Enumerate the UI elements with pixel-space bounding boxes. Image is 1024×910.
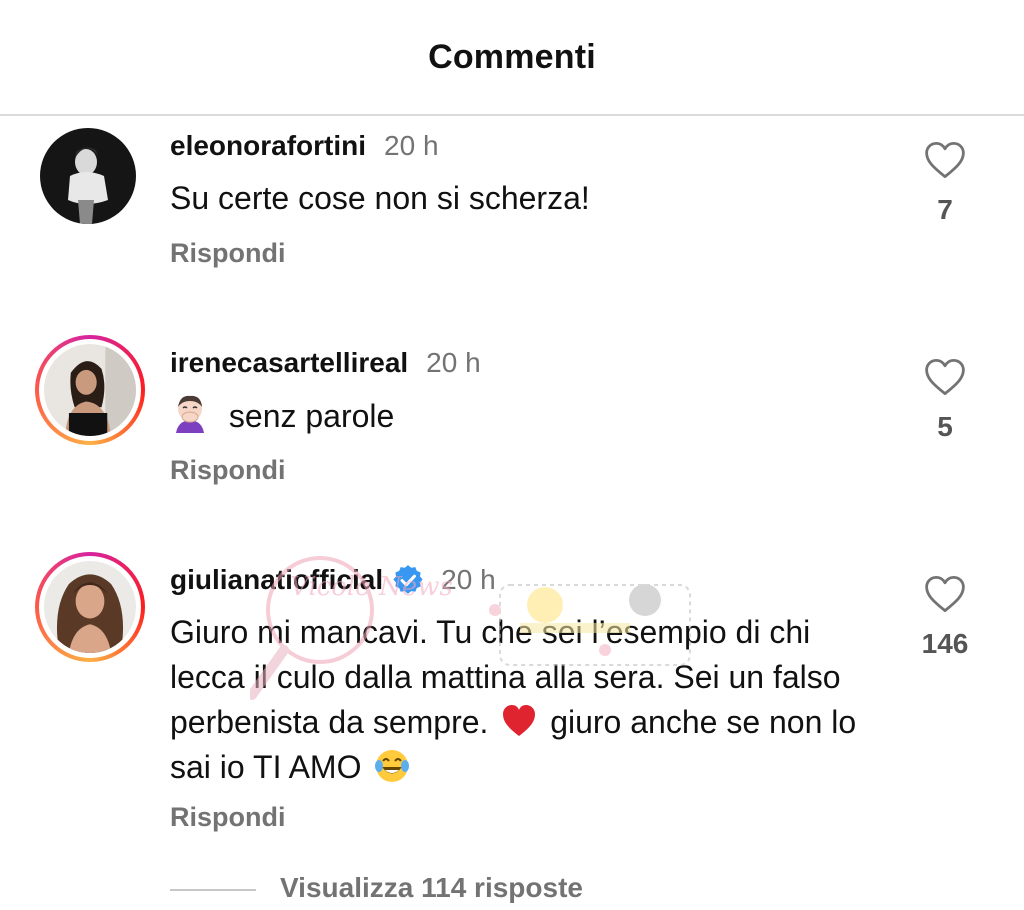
username[interactable]: giulianatiofficial bbox=[170, 564, 383, 595]
face-with-hand-over-mouth-emoji-icon bbox=[170, 393, 210, 433]
reply-button[interactable]: Rispondi bbox=[170, 455, 286, 486]
avatar-photo-icon bbox=[44, 561, 136, 653]
like-button[interactable]: 146 bbox=[905, 574, 985, 660]
reply-button[interactable]: Rispondi bbox=[170, 238, 286, 269]
face-with-tears-of-joy-emoji-icon bbox=[374, 748, 410, 784]
timestamp: 20 h bbox=[384, 130, 439, 161]
view-replies-label: Visualizza 114 risposte bbox=[280, 872, 583, 903]
comment-meta: eleonorafortini 20 h bbox=[170, 130, 439, 162]
heart-icon bbox=[925, 141, 965, 179]
header: Commenti bbox=[0, 0, 1024, 116]
story-ring bbox=[35, 552, 145, 662]
divider-line bbox=[170, 889, 256, 891]
like-count: 146 bbox=[921, 628, 969, 659]
red-heart-emoji-icon bbox=[501, 703, 537, 739]
timestamp: 20 h bbox=[441, 564, 496, 595]
comment-text-body: Giuro mi mancavi. Tu che sei l’esempio d… bbox=[170, 610, 890, 790]
comment-text: senz parole bbox=[228, 398, 395, 434]
avatar[interactable] bbox=[35, 335, 145, 445]
page-title: Commenti bbox=[428, 38, 596, 76]
like-count: 7 bbox=[937, 194, 953, 225]
avatar[interactable] bbox=[40, 128, 136, 224]
avatar-photo-icon bbox=[44, 344, 136, 436]
avatar-photo-icon bbox=[40, 128, 136, 224]
comments-screen: Commenti eleonorafortini 20 h Su certe co… bbox=[0, 0, 1024, 910]
comment-meta: giulianatiofficial 20 h bbox=[170, 564, 496, 596]
username[interactable]: irenecasartellireal bbox=[170, 347, 408, 378]
heart-icon bbox=[925, 575, 965, 613]
comment-text: Su certe cose non si scherza! bbox=[170, 180, 590, 216]
username[interactable]: eleonorafortini bbox=[170, 130, 366, 161]
like-button[interactable]: 7 bbox=[905, 140, 985, 226]
comment-text-row: senz parole bbox=[170, 393, 870, 439]
heart-icon bbox=[925, 358, 965, 396]
like-button[interactable]: 5 bbox=[905, 357, 985, 443]
story-ring bbox=[35, 335, 145, 445]
avatar[interactable] bbox=[35, 552, 145, 662]
like-count: 5 bbox=[937, 411, 953, 442]
reply-button[interactable]: Rispondi bbox=[170, 802, 286, 833]
comment-meta: irenecasartellireal 20 h bbox=[170, 347, 481, 379]
verified-badge-icon bbox=[393, 565, 423, 595]
timestamp: 20 h bbox=[426, 347, 481, 378]
